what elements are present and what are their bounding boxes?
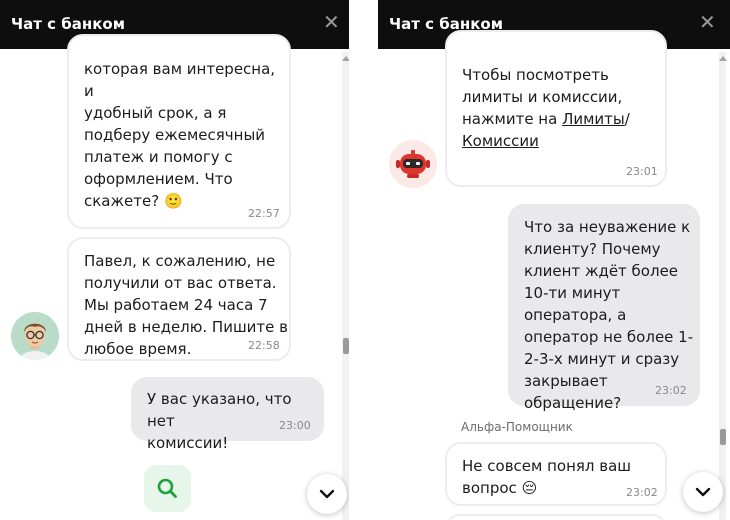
message-line: вопрос <box>462 479 517 497</box>
outgoing-message: Что за неуважение к клиенту? Почему клие… <box>508 204 700 412</box>
message-line: клиент ждёт более <box>524 262 679 280</box>
message-line: Мы работаем 24 часа 7 <box>84 296 268 314</box>
incoming-message: которая вам интересна, и удобный срок, а… <box>67 34 291 229</box>
limits-link[interactable]: Лимиты <box>562 110 625 128</box>
chevron-down-icon <box>695 487 711 497</box>
message-time: 23:02 <box>626 486 658 499</box>
robot-icon <box>389 140 437 188</box>
message-line: 10-ти минут <box>524 284 621 302</box>
message-line: Не совсем понял ваш <box>462 457 632 475</box>
incoming-message: Не совсем понял ваш вопрос 😔 23:02 <box>445 442 667 506</box>
message-line: нажмите на <box>462 110 563 128</box>
smile-emoji-icon: 🙂 <box>163 192 183 210</box>
message-time: 23:01 <box>626 165 658 178</box>
operator-avatar <box>11 312 59 360</box>
message-line: удобный срок, а я <box>84 104 227 122</box>
message-line: оформлением. Что <box>84 170 233 188</box>
message-line: оператора, а <box>524 306 627 324</box>
message-line: лимиты и комиссии, <box>462 88 623 106</box>
message-line: платеж и помогу с <box>84 148 233 166</box>
commissions-link[interactable]: Комиссии <box>462 132 539 150</box>
operator-avatar-icon <box>11 312 59 360</box>
message-time: 23:00 <box>279 419 311 432</box>
chevron-down-icon <box>319 489 335 499</box>
scrollbar[interactable] <box>719 52 727 520</box>
incoming-message <box>445 514 667 520</box>
scroll-down-button[interactable] <box>307 474 347 514</box>
chat-panel-left: Чат с банком ✕ которая вам интересна, и … <box>0 0 349 520</box>
scroll-up-arrow-icon[interactable] <box>719 56 727 61</box>
chat-title: Чат с банком <box>11 15 125 33</box>
scrollbar-thumb[interactable] <box>720 429 726 445</box>
bot-avatar <box>389 140 437 188</box>
sender-label: Альфа-Помощник <box>461 420 573 434</box>
message-line: которая вам интересна, и <box>84 60 276 100</box>
message-line: получили от вас ответа. <box>84 274 277 292</box>
sad-emoji-icon: 😔 <box>521 479 538 497</box>
scroll-down-button[interactable] <box>683 472 723 512</box>
message-time: 23:02 <box>655 384 687 397</box>
close-icon[interactable]: ✕ <box>323 12 340 32</box>
chat-panel-right: Чат с банком ✕ Чтобы посмотреть лимиты и… <box>378 0 730 520</box>
message-time: 22:57 <box>248 207 280 220</box>
message-line: оператор не более 1- <box>524 328 694 346</box>
message-line: клиенту? Почему <box>524 240 661 258</box>
message-line: подберу ежемесячный <box>84 126 266 144</box>
message-line: скажете? <box>84 192 160 210</box>
search-button[interactable] <box>144 465 191 512</box>
message-line: 2-3-х минут и сразу <box>524 350 680 368</box>
outgoing-message: У вас указано, что нет комиссии! 23:00 <box>131 377 324 452</box>
search-icon <box>157 478 177 498</box>
scrollbar-thumb[interactable] <box>343 338 349 354</box>
message-time: 22:58 <box>248 339 280 352</box>
scrollbar[interactable] <box>342 52 349 520</box>
close-icon[interactable]: ✕ <box>699 12 716 32</box>
incoming-message: Павел, к сожалению, не получили от вас о… <box>67 237 291 361</box>
message-line: Чтобы посмотреть <box>462 66 609 84</box>
scroll-up-arrow-icon[interactable] <box>342 56 349 61</box>
message-line: / <box>624 110 630 128</box>
incoming-message: Чтобы посмотреть лимиты и комиссии, нажм… <box>445 30 667 187</box>
message-line: Что за неуважение к <box>524 218 691 236</box>
message-line: Павел, к сожалению, не <box>84 252 276 270</box>
